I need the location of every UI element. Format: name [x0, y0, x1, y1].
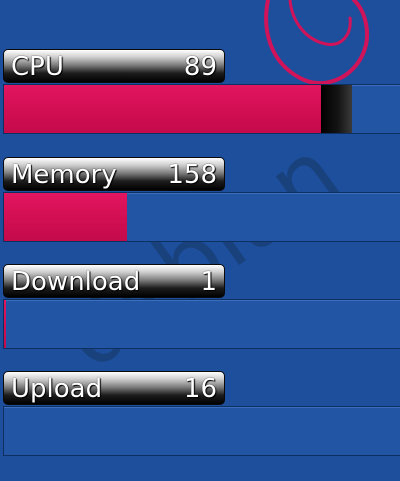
memory-label: Memory: [11, 160, 117, 190]
memory-value: 158: [167, 160, 217, 190]
memory-bar: [3, 192, 400, 242]
cpu-header: CPU 89: [3, 49, 225, 83]
memory-bar-fill: [4, 193, 127, 241]
download-label: Download: [11, 267, 141, 297]
download-bar-fill: [4, 300, 6, 348]
download-bar: [3, 299, 400, 349]
cpu-value: 89: [183, 52, 217, 82]
cpu-bar-fill: [4, 85, 321, 133]
cpu-label: CPU: [11, 52, 64, 82]
cpu-bar: [3, 84, 400, 134]
upload-bar: [3, 406, 400, 456]
download-header: Download 1: [3, 264, 225, 298]
upload-label: Upload: [11, 374, 103, 404]
cpu-bar-peak: [320, 85, 353, 133]
download-value: 1: [200, 267, 217, 297]
download-monitor: Download 1: [0, 264, 400, 374]
cpu-monitor: CPU 89: [0, 49, 400, 159]
upload-monitor: Upload 16: [0, 371, 400, 481]
memory-monitor: Memory 158: [0, 157, 400, 267]
memory-header: Memory 158: [3, 157, 225, 191]
upload-value: 16: [183, 374, 217, 404]
